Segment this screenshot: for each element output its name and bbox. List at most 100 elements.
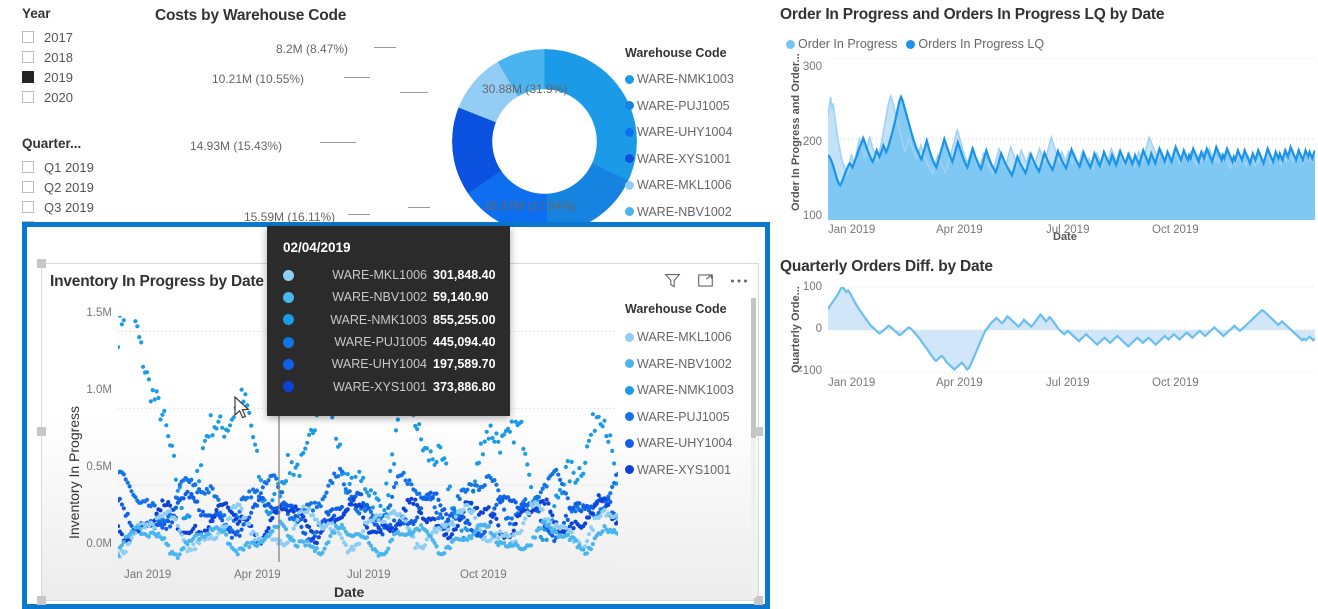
area-y-tick: 300 <box>802 61 822 73</box>
legend-item-WARE-MKL1006[interactable]: WARE-MKL1006 <box>625 172 734 199</box>
scatter-y-tick: 1.0M <box>86 384 112 396</box>
slicer-item-year-2018[interactable]: 2018 <box>22 47 73 67</box>
legend-swatch-icon <box>625 465 634 475</box>
legend-item-WARE-UHY1004[interactable]: WARE-UHY1004 <box>625 430 734 457</box>
quarterly-orders-diff-plot[interactable] <box>828 287 1315 373</box>
diff-y-tick: 100 <box>802 281 822 293</box>
scatter-y-tick: 1.5M <box>86 307 112 319</box>
tooltip-row-value: 197,589.70 <box>433 357 496 372</box>
slicer-item-label: Q3 2019 <box>44 199 94 215</box>
donut-data-label: 16.97M (17.54%) <box>484 199 577 213</box>
tooltip-row: WARE-XYS1001 373,886.80 <box>283 375 496 397</box>
focus-mode-icon[interactable] <box>697 272 714 289</box>
checkbox-icon[interactable] <box>22 51 34 63</box>
legend-item-WARE-PUJ1005[interactable]: WARE-PUJ1005 <box>625 404 734 431</box>
scatter-x-axis-title: Date <box>334 584 365 600</box>
legend-order-in-progress[interactable]: Order In Progress <box>786 38 897 51</box>
diff-y-tick: -100 <box>798 365 822 377</box>
slicer-item-year-2019[interactable]: 2019 <box>22 67 73 87</box>
resize-handle[interactable] <box>37 259 46 268</box>
scatter-x-tick: Jan 2019 <box>124 569 172 581</box>
legend-item-label: WARE-PUJ1005 <box>637 409 730 424</box>
legend-item-label: WARE-PUJ1005 <box>637 98 730 113</box>
scatter-x-tick: Oct 2019 <box>460 569 507 581</box>
donut-data-label: 30.88M (31.9%) <box>482 82 568 96</box>
legend-item-WARE-XYS1001[interactable]: WARE-XYS1001 <box>625 146 734 173</box>
slicer-item-quarter-Q2-2019[interactable]: Q2 2019 <box>22 177 94 197</box>
legend-swatch-icon <box>625 207 634 217</box>
area-x-tick: Oct 2019 <box>1152 224 1199 236</box>
legend-scrollbar[interactable] <box>751 298 756 598</box>
resize-handle[interactable] <box>37 596 46 605</box>
diff-x-tick: Jan 2019 <box>828 377 876 389</box>
tooltip-swatch-icon <box>283 314 294 326</box>
checkbox-icon[interactable] <box>22 71 34 83</box>
more-options-icon[interactable] <box>730 278 748 284</box>
legend-item-label: WARE-NBV1002 <box>637 356 732 371</box>
checkbox-icon[interactable] <box>22 161 34 173</box>
legend-swatch-icon <box>625 412 634 422</box>
slicer-item-quarter-Q3-2019[interactable]: Q3 2019 <box>22 197 94 217</box>
slicer-item-label: 2017 <box>44 29 73 45</box>
slicer-year[interactable]: Year 2017 2018 2019 2020 <box>22 6 73 107</box>
scatter-x-tick: Apr 2019 <box>234 569 281 581</box>
donut-legend-title: Warehouse Code <box>625 46 727 60</box>
scatter-y-tick: 0.5M <box>86 461 112 473</box>
tooltip-swatch-icon <box>283 358 294 370</box>
area-y-tick: 100 <box>802 210 822 222</box>
legend-label: Orders In Progress LQ <box>918 37 1045 51</box>
tooltip-row: WARE-NMK1003 855,255.00 <box>283 309 496 331</box>
area-x-tick: Apr 2019 <box>936 224 983 236</box>
legend-item-WARE-UHY1004[interactable]: WARE-UHY1004 <box>625 119 734 146</box>
quarterly-orders-diff-title: Quarterly Orders Diff. by Date <box>780 258 993 275</box>
legend-swatch-icon <box>625 154 634 164</box>
tooltip-row-value: 59,140.90 <box>433 290 489 305</box>
costs-by-warehouse-card: Costs by Warehouse Code 30.88M (31.9%) 16… <box>152 4 777 234</box>
legend-swatch-icon <box>625 127 634 137</box>
slicer-item-label: 2019 <box>44 69 73 85</box>
legend-item-label: WARE-NMK1003 <box>637 72 734 86</box>
mouse-cursor <box>234 396 250 419</box>
order-in-progress-legend: Order In Progress Orders In Progress LQ <box>786 38 1044 51</box>
checkbox-icon[interactable] <box>22 91 34 103</box>
legend-item-WARE-PUJ1005[interactable]: WARE-PUJ1005 <box>625 93 734 120</box>
slicer-item-label: Q2 2019 <box>44 179 94 195</box>
legend-swatch-icon <box>786 39 795 49</box>
scatter-legend-title: Warehouse Code <box>625 302 727 316</box>
legend-item-label: WARE-NMK1003 <box>637 383 734 397</box>
donut-data-label: 14.93M (15.43%) <box>190 139 283 153</box>
slicer-item-year-2017[interactable]: 2017 <box>22 27 73 47</box>
tooltip-swatch-icon <box>283 269 294 281</box>
legend-swatch-icon <box>625 438 634 448</box>
chart-tooltip: 02/04/2019 WARE-MKL1006 301,848.40 WARE-NB… <box>267 226 510 416</box>
donut-data-label: 8.2M (8.47%) <box>276 42 349 56</box>
tooltip-row-label: WARE-NBV1002 <box>332 290 427 305</box>
checkbox-icon[interactable] <box>22 181 34 193</box>
legend-item-WARE-NMK1003[interactable]: WARE-NMK1003 <box>625 66 734 93</box>
legend-scrollbar-thumb[interactable] <box>751 298 756 438</box>
checkbox-icon[interactable] <box>22 201 34 213</box>
legend-item-WARE-NMK1003[interactable]: WARE-NMK1003 <box>625 377 734 404</box>
order-in-progress-title: Order In Progress and Orders In Progress… <box>780 6 1165 23</box>
donut-leader-line <box>408 207 430 208</box>
tooltip-row-value: 373,886.80 <box>433 379 496 394</box>
slicer-item-quarter-Q1-2019[interactable]: Q1 2019 <box>22 157 94 177</box>
tooltip-row: WARE-UHY1004 197,589.70 <box>283 353 496 375</box>
quarterly-orders-diff-card: Quarterly Orders Diff. by Date Quarterly… <box>778 255 1315 400</box>
legend-swatch-icon <box>625 101 634 111</box>
diff-x-tick: Jul 2019 <box>1046 377 1090 389</box>
legend-item-WARE-MKL1006[interactable]: WARE-MKL1006 <box>625 324 734 351</box>
resize-handle[interactable] <box>37 427 46 436</box>
costs-by-warehouse-title: Costs by Warehouse Code <box>155 7 347 24</box>
legend-swatch-icon <box>625 180 634 190</box>
checkbox-icon[interactable] <box>22 31 34 43</box>
legend-item-WARE-NBV1002[interactable]: WARE-NBV1002 <box>625 351 734 378</box>
tooltip-row-label: WARE-MKL1006 <box>332 268 427 283</box>
scatter-series-WARE-UHY1004 <box>118 489 618 544</box>
order-in-progress-plot[interactable] <box>828 58 1315 220</box>
slicer-item-year-2020[interactable]: 2020 <box>22 87 73 107</box>
legend-item-WARE-XYS1001[interactable]: WARE-XYS1001 <box>625 457 734 484</box>
legend-orders-in-progress-lq[interactable]: Orders In Progress LQ <box>906 38 1044 51</box>
slicer-quarter-title: Quarter... <box>22 136 82 151</box>
filter-icon[interactable] <box>664 272 681 289</box>
